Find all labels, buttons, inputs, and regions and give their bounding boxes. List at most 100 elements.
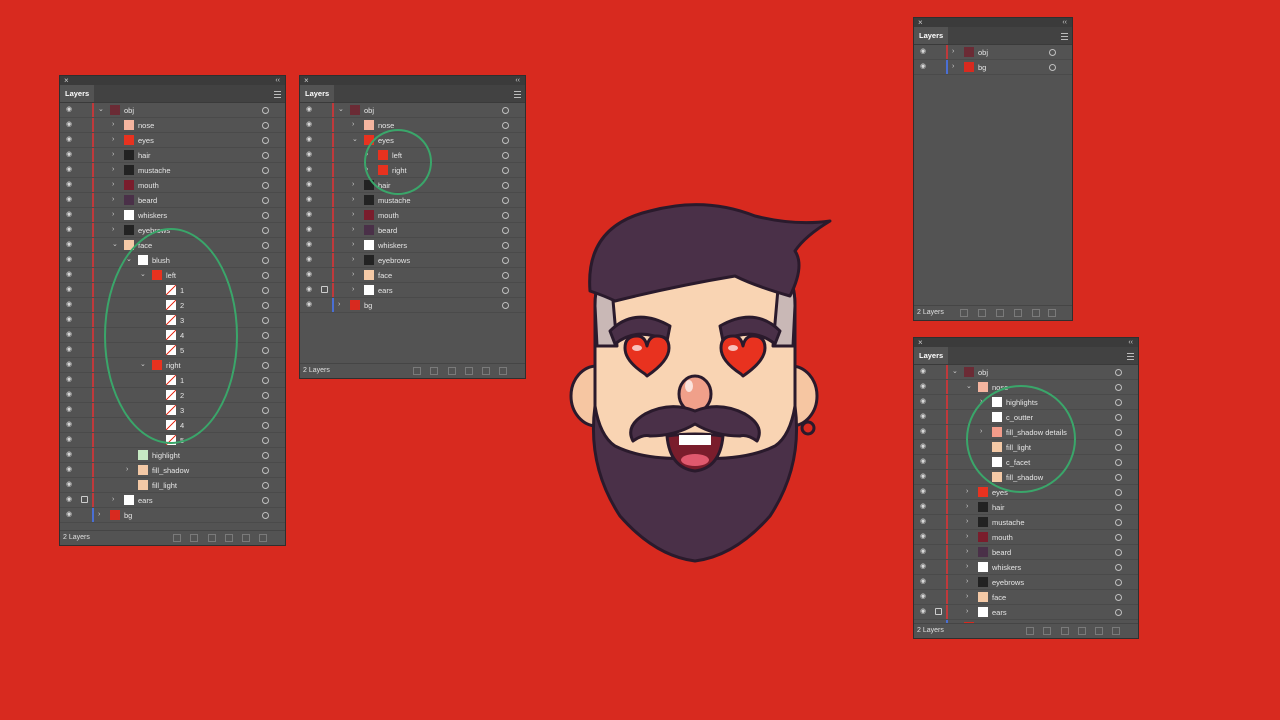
layer-name[interactable]: 3 bbox=[180, 406, 184, 415]
layer-row[interactable]: ◉ c_outter bbox=[914, 410, 1138, 425]
layer-name[interactable]: bg bbox=[978, 63, 986, 72]
chevron-right-icon[interactable]: › bbox=[352, 226, 354, 234]
visibility-eye-icon[interactable]: ◉ bbox=[66, 481, 72, 489]
close-icon[interactable]: × bbox=[304, 76, 309, 85]
target-circle-icon[interactable] bbox=[1115, 489, 1122, 496]
visibility-eye-icon[interactable]: ◉ bbox=[306, 301, 312, 309]
target-circle-icon[interactable] bbox=[262, 302, 269, 309]
visibility-eye-icon[interactable]: ◉ bbox=[66, 256, 72, 264]
layer-row[interactable]: ◉ › beard bbox=[60, 193, 285, 208]
visibility-eye-icon[interactable]: ◉ bbox=[920, 533, 926, 541]
trash-icon[interactable] bbox=[1048, 309, 1056, 317]
visibility-eye-icon[interactable]: ◉ bbox=[66, 331, 72, 339]
visibility-eye-icon[interactable]: ◉ bbox=[920, 488, 926, 496]
layer-name[interactable]: highlights bbox=[1006, 398, 1038, 407]
sublayer-icon[interactable] bbox=[1078, 627, 1086, 635]
layer-name[interactable]: c_outter bbox=[1006, 413, 1033, 422]
export-icon[interactable] bbox=[413, 367, 421, 375]
visibility-eye-icon[interactable]: ◉ bbox=[306, 256, 312, 264]
layer-row[interactable]: ◉ › face bbox=[300, 268, 525, 283]
target-circle-icon[interactable] bbox=[502, 122, 509, 129]
layer-name[interactable]: whiskers bbox=[378, 241, 407, 250]
target-circle-icon[interactable] bbox=[1115, 504, 1122, 511]
layer-name[interactable]: whiskers bbox=[992, 563, 1021, 572]
layer-row[interactable]: ◉ 3 bbox=[60, 313, 285, 328]
layer-name[interactable]: nose bbox=[378, 121, 394, 130]
visibility-eye-icon[interactable]: ◉ bbox=[66, 316, 72, 324]
layer-name[interactable]: 4 bbox=[180, 421, 184, 430]
target-circle-icon[interactable] bbox=[262, 257, 269, 264]
layer-name[interactable]: eyes bbox=[378, 136, 394, 145]
visibility-eye-icon[interactable]: ◉ bbox=[920, 563, 926, 571]
layer-name[interactable]: right bbox=[166, 361, 181, 370]
visibility-eye-icon[interactable]: ◉ bbox=[920, 518, 926, 526]
locate-icon[interactable] bbox=[190, 534, 198, 542]
clip-icon[interactable] bbox=[996, 309, 1004, 317]
layer-name[interactable]: hair bbox=[992, 503, 1005, 512]
target-circle-icon[interactable] bbox=[1115, 519, 1122, 526]
target-circle-icon[interactable] bbox=[262, 317, 269, 324]
visibility-eye-icon[interactable]: ◉ bbox=[920, 473, 926, 481]
visibility-eye-icon[interactable]: ◉ bbox=[66, 451, 72, 459]
target-circle-icon[interactable] bbox=[262, 467, 269, 474]
layer-row[interactable]: ◉ › ears bbox=[300, 283, 525, 298]
panel-menu-icon[interactable] bbox=[274, 91, 281, 98]
layer-row[interactable]: ◉ ⌄ left bbox=[60, 268, 285, 283]
lock-icon[interactable] bbox=[81, 496, 88, 503]
target-circle-icon[interactable] bbox=[262, 167, 269, 174]
layer-row[interactable]: ◉ › eyebrows bbox=[60, 223, 285, 238]
layer-name[interactable]: obj bbox=[364, 106, 374, 115]
target-circle-icon[interactable] bbox=[262, 197, 269, 204]
export-icon[interactable] bbox=[173, 534, 181, 542]
visibility-eye-icon[interactable]: ◉ bbox=[66, 496, 72, 504]
layer-row[interactable]: ◉ c_facet bbox=[914, 455, 1138, 470]
layer-name[interactable]: face bbox=[378, 271, 392, 280]
visibility-eye-icon[interactable]: ◉ bbox=[66, 271, 72, 279]
target-circle-icon[interactable] bbox=[262, 242, 269, 249]
layer-row[interactable]: ◉ › ears bbox=[60, 493, 285, 508]
visibility-eye-icon[interactable]: ◉ bbox=[66, 361, 72, 369]
layer-row[interactable]: ◉ › hair bbox=[914, 500, 1138, 515]
target-circle-icon[interactable] bbox=[1115, 534, 1122, 541]
chevron-right-icon[interactable]: › bbox=[112, 136, 114, 144]
chevron-right-icon[interactable]: › bbox=[366, 166, 368, 174]
visibility-eye-icon[interactable]: ◉ bbox=[66, 106, 72, 114]
visibility-eye-icon[interactable]: ◉ bbox=[306, 181, 312, 189]
target-circle-icon[interactable] bbox=[262, 497, 269, 504]
target-circle-icon[interactable] bbox=[262, 347, 269, 354]
close-icon[interactable]: × bbox=[918, 18, 923, 27]
tab-layers[interactable]: Layers bbox=[914, 347, 949, 364]
chevron-right-icon[interactable]: › bbox=[112, 121, 114, 129]
target-circle-icon[interactable] bbox=[502, 107, 509, 114]
layer-row[interactable]: ◉ › nose bbox=[60, 118, 285, 133]
layer-name[interactable]: right bbox=[392, 166, 407, 175]
visibility-eye-icon[interactable]: ◉ bbox=[306, 106, 312, 114]
visibility-eye-icon[interactable]: ◉ bbox=[306, 196, 312, 204]
layer-row[interactable]: ◉ › face bbox=[914, 590, 1138, 605]
chevron-right-icon[interactable]: › bbox=[366, 151, 368, 159]
layer-name[interactable]: left bbox=[392, 151, 402, 160]
layer-name[interactable]: obj bbox=[978, 368, 988, 377]
target-circle-icon[interactable] bbox=[502, 152, 509, 159]
target-circle-icon[interactable] bbox=[1115, 579, 1122, 586]
target-circle-icon[interactable] bbox=[262, 137, 269, 144]
layer-name[interactable]: beard bbox=[992, 548, 1011, 557]
chevron-right-icon[interactable]: › bbox=[338, 301, 340, 309]
layer-name[interactable]: face bbox=[992, 593, 1006, 602]
trash-icon[interactable] bbox=[259, 534, 267, 542]
layer-row[interactable]: ◉ › highlights bbox=[914, 395, 1138, 410]
layer-row[interactable]: ◉ › obj bbox=[914, 45, 1072, 60]
layer-row[interactable]: ◉ 4 bbox=[60, 418, 285, 433]
visibility-eye-icon[interactable]: ◉ bbox=[306, 121, 312, 129]
target-circle-icon[interactable] bbox=[1115, 594, 1122, 601]
lock-icon[interactable] bbox=[935, 608, 942, 615]
layer-row[interactable]: ◉ 2 bbox=[60, 388, 285, 403]
layer-row[interactable]: ◉ › mouth bbox=[300, 208, 525, 223]
layer-name[interactable]: bg bbox=[124, 511, 132, 520]
layer-row[interactable]: ◉ 4 bbox=[60, 328, 285, 343]
chevron-right-icon[interactable]: › bbox=[952, 63, 954, 71]
target-circle-icon[interactable] bbox=[1115, 414, 1122, 421]
visibility-eye-icon[interactable]: ◉ bbox=[920, 413, 926, 421]
chevron-down-icon[interactable]: ⌄ bbox=[352, 136, 358, 144]
chevron-right-icon[interactable]: › bbox=[980, 398, 982, 406]
